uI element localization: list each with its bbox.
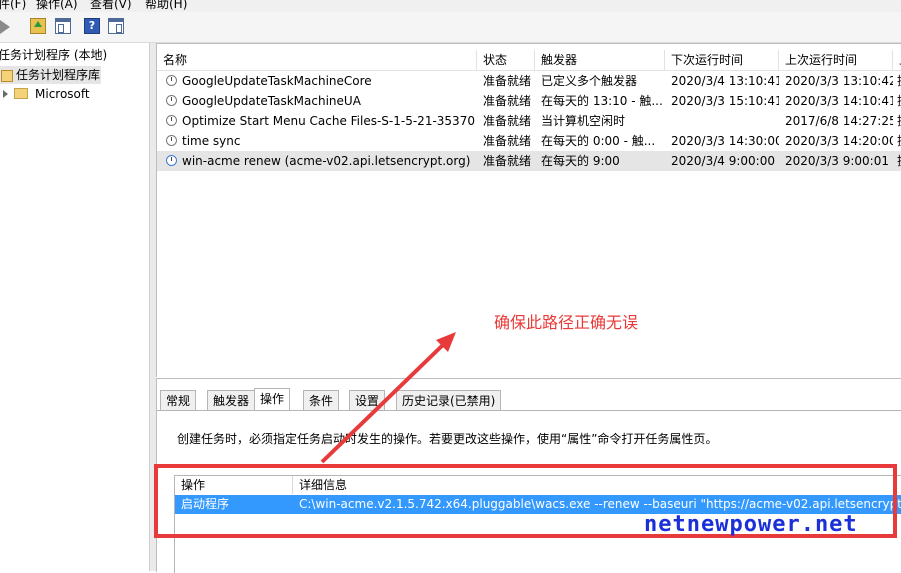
watermark: netnewpower.net (644, 512, 858, 537)
annotation-text: 确保此路径正确无误 (494, 313, 639, 332)
